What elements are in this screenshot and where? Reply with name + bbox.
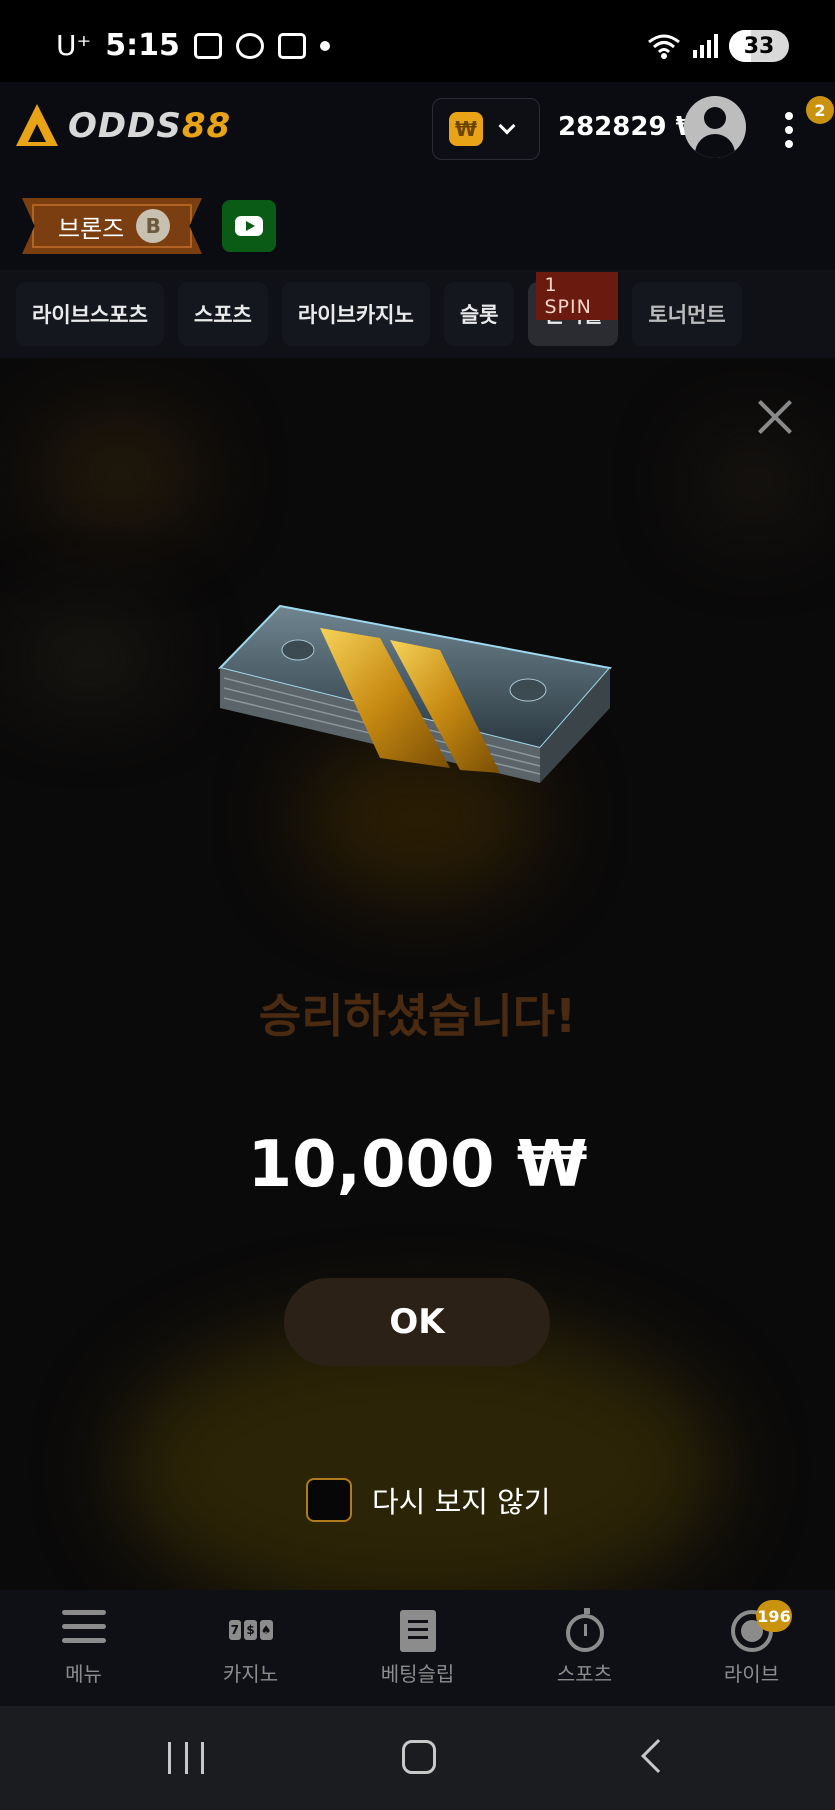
carrier-label: U⁺ xyxy=(56,29,92,62)
youtube-button[interactable] xyxy=(222,200,276,252)
win-amount: 10,000 ₩ xyxy=(247,1128,588,1202)
app-header: ODDS88 ₩ 282829 ₩ 2 xyxy=(0,82,835,182)
bottom-nav: 메뉴 7 $ ♠ 카지노 베팅슬립 스포츠 라이브 196 xyxy=(0,1590,835,1706)
receipt-icon xyxy=(396,1609,440,1652)
logo-text-88: 88 xyxy=(181,106,232,146)
bottom-nav-casino[interactable]: 7 $ ♠ 카지노 xyxy=(167,1590,334,1706)
bottom-nav-label: 카지노 xyxy=(222,1661,279,1686)
rank-row: 브론즈 B xyxy=(0,182,835,270)
dont-show-again[interactable]: 다시 보지 않기 xyxy=(306,1478,551,1522)
win-modal: 승리하셨습니다! 10,000 ₩ OK 다시 보지 않기 xyxy=(0,358,835,1590)
tab-slots[interactable]: 슬롯 xyxy=(443,282,515,346)
close-icon[interactable] xyxy=(756,398,794,436)
bottom-nav-live[interactable]: 라이브 196 xyxy=(668,1590,835,1706)
wifi-icon xyxy=(648,34,680,59)
bottom-nav-menu[interactable]: 메뉴 xyxy=(0,1590,167,1706)
notification-badge: 2 xyxy=(806,96,834,124)
chevron-down-icon xyxy=(498,117,516,135)
dont-show-checkbox[interactable] xyxy=(306,1478,352,1522)
win-title: 승리하셨습니다! xyxy=(258,989,577,1043)
background-glow xyxy=(700,438,810,528)
tab-live-sports[interactable]: 라이브스포츠 xyxy=(16,282,164,346)
recent-apps-icon[interactable] xyxy=(168,1742,204,1774)
status-left: U⁺ 5:15 xyxy=(56,28,330,63)
balance-display: 282829 ₩ xyxy=(558,112,705,142)
dont-show-label: 다시 보지 않기 xyxy=(372,1485,551,1519)
background-glow xyxy=(40,418,200,528)
bottom-nav-label: 라이브 xyxy=(723,1661,780,1686)
rank-coin-icon: B xyxy=(136,209,171,243)
bottom-nav-label: 스포츠 xyxy=(556,1661,613,1686)
bottom-nav-label: 베팅슬립 xyxy=(380,1661,455,1686)
bottom-nav-sports[interactable]: 스포츠 xyxy=(501,1590,668,1706)
stopwatch-icon xyxy=(563,1607,607,1652)
tab-wonder-wheel[interactable]: 1 SPIN 원더휠 xyxy=(528,272,619,346)
home-icon[interactable] xyxy=(402,1740,436,1774)
youtube-icon xyxy=(235,216,263,236)
notification-dot-icon xyxy=(319,40,330,51)
calendar-icon xyxy=(277,32,306,59)
bottom-nav-betslip[interactable]: 베팅슬립 xyxy=(334,1590,501,1706)
clock: 5:15 xyxy=(105,28,180,63)
won-currency-icon: ₩ xyxy=(449,112,483,146)
currency-select[interactable]: ₩ xyxy=(432,98,540,160)
bottom-nav-label: 메뉴 xyxy=(65,1661,102,1686)
status-right: 33 xyxy=(647,30,789,62)
battery-level: 33 xyxy=(743,33,775,59)
spin-tag: 1 SPIN xyxy=(536,272,619,320)
battery-indicator: 33 xyxy=(729,30,789,62)
logo-text: ODDS88 xyxy=(68,106,231,146)
signal-icon xyxy=(693,34,718,58)
logo-text-odds: ODDS xyxy=(68,106,182,146)
hamburger-icon xyxy=(61,1609,106,1650)
background-glow xyxy=(20,618,160,698)
live-count-badge: 196 xyxy=(756,1600,792,1632)
message-icon xyxy=(235,32,264,59)
tab-sports[interactable]: 스포츠 xyxy=(177,282,268,346)
user-avatar-icon[interactable] xyxy=(684,96,746,158)
logo-mark-icon xyxy=(14,104,60,148)
logo[interactable]: ODDS88 xyxy=(14,104,231,148)
category-tabs: 라이브스포츠 스포츠 라이브카지노 슬롯 1 SPIN 원더휠 토너먼트 xyxy=(0,270,835,358)
ok-button[interactable]: OK xyxy=(284,1278,550,1366)
system-nav-bar xyxy=(0,1706,835,1810)
back-icon[interactable] xyxy=(641,1739,675,1773)
tab-tournament[interactable]: 토너먼트 xyxy=(632,282,742,346)
status-bar: U⁺ 5:15 33 xyxy=(0,0,835,82)
rank-badge[interactable]: 브론즈 B xyxy=(22,198,202,254)
tab-live-casino[interactable]: 라이브카지노 xyxy=(281,282,430,346)
slot-machine-icon: 7 $ ♠ xyxy=(228,1610,273,1650)
screenshot-icon xyxy=(193,32,222,59)
more-menu-icon[interactable] xyxy=(784,112,794,148)
rank-label: 브론즈 xyxy=(58,214,125,243)
cash-stack-image xyxy=(218,604,612,783)
